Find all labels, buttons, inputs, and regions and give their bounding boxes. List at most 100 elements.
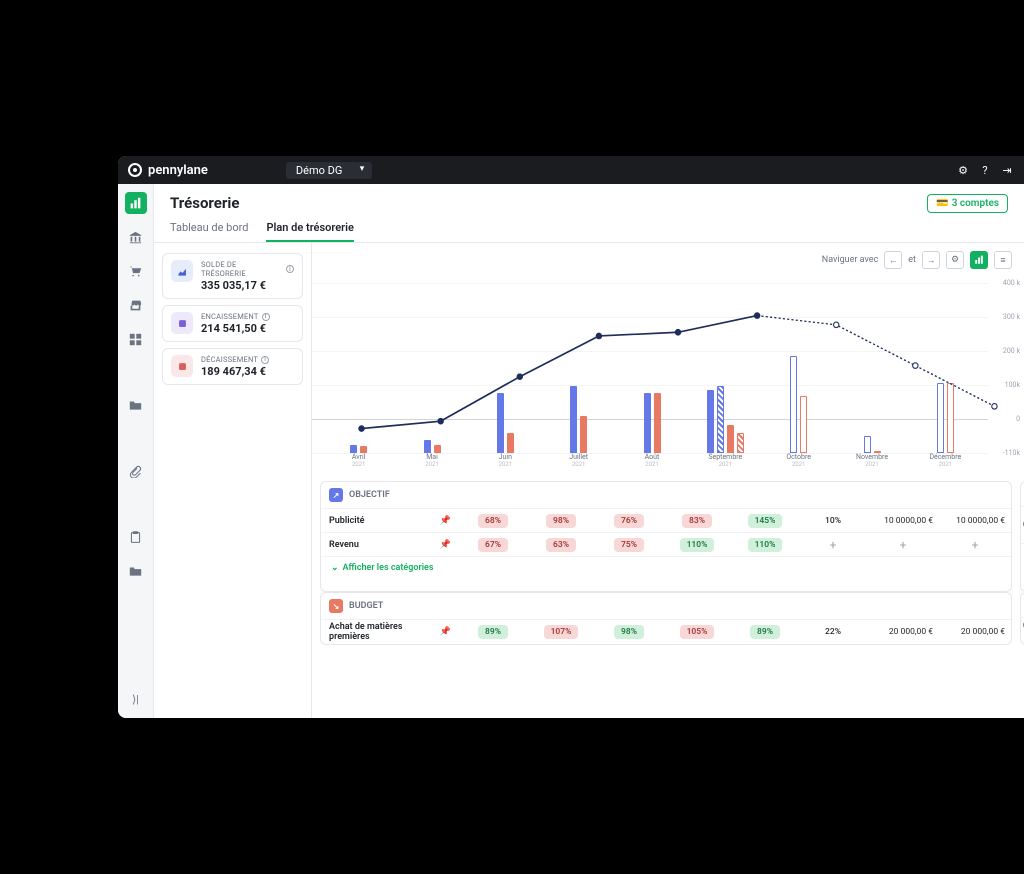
add-button[interactable]: +: [972, 538, 979, 552]
table-row: Achat de matières premières📌 89% 107% 98…: [321, 619, 1011, 643]
topbar: pennylane Démo DG ⚙ ? ⇥: [118, 156, 1024, 184]
amount: 20 000,00 €: [867, 624, 939, 640]
brand-name: pennylane: [148, 163, 208, 178]
chart-view-bar-button[interactable]: [970, 251, 988, 269]
pct-pill: 105%: [680, 625, 715, 639]
x-label: Août2021: [622, 453, 682, 468]
inflow-icon: [171, 312, 193, 334]
nav-next-button[interactable]: →: [922, 251, 940, 269]
chart-settings-button[interactable]: ⚙: [946, 251, 964, 269]
pin-icon[interactable]: 📌: [440, 627, 451, 637]
sidebar-item-attachment[interactable]: [125, 460, 147, 482]
table-row: Revenu📌 67% 63% 75% 110% 110% + + +: [321, 532, 1011, 556]
org-selector[interactable]: Démo DG: [286, 162, 372, 179]
pct-pill: 110%: [680, 538, 715, 552]
sidebar: ⟩|: [118, 184, 154, 718]
gear-icon[interactable]: ⚙: [956, 163, 970, 177]
budget-future-panel: 0,00 €: [1020, 592, 1024, 645]
pct-pill: 145%: [748, 514, 783, 528]
x-label: Décembre2021: [915, 453, 975, 468]
add-button[interactable]: +: [830, 538, 837, 552]
sidebar-item-store[interactable]: [125, 294, 147, 316]
sidebar-item-grid[interactable]: [125, 328, 147, 350]
kpi-label: ENCAISSEMENT: [201, 312, 259, 321]
x-label: Mai2021: [402, 453, 462, 468]
accounts-icon: 💳: [936, 198, 948, 209]
kpi-panel: SOLDE DE TRÉSORERIEi 335 035,17 € ENCAIS…: [154, 243, 312, 718]
x-label: Juillet2021: [549, 453, 609, 468]
row-label: Revenu: [329, 540, 359, 550]
panel-title: OBJECTIF: [349, 490, 390, 500]
chevron-down-icon: ⌄: [331, 563, 339, 573]
row-label: Publicité: [329, 516, 364, 526]
pin-icon[interactable]: 📌: [440, 516, 451, 526]
page-title: Trésorerie: [170, 194, 239, 212]
kpi-balance: SOLDE DE TRÉSORERIEi 335 035,17 €: [162, 253, 303, 299]
target-icon: ↗: [329, 488, 343, 502]
sidebar-item-tresorerie[interactable]: [125, 192, 147, 214]
tab-dashboard[interactable]: Tableau de bord: [170, 221, 248, 242]
x-label: Septembre2021: [695, 453, 755, 468]
chart-view-list-button[interactable]: ≡: [994, 251, 1012, 269]
sidebar-item-clipboard[interactable]: [125, 526, 147, 548]
y-tick: 300 k: [1003, 313, 1020, 321]
x-label: Octobre2021: [769, 453, 829, 468]
sidebar-collapse[interactable]: ⟩|: [125, 688, 147, 710]
brand: pennylane: [128, 163, 208, 178]
chart-icon: [171, 260, 193, 282]
x-label: Novembre2021: [842, 453, 902, 468]
panel-title: BUDGET: [349, 601, 383, 611]
pct-pill: 67%: [478, 538, 508, 552]
accounts-label: 3 comptes: [952, 198, 999, 209]
info-icon[interactable]: i: [262, 313, 270, 321]
y-tick: 100k: [1005, 381, 1020, 389]
pct-pill: 107%: [544, 625, 579, 639]
chart-controls: Naviguer avec ← et → ⚙ ≡: [312, 243, 1024, 269]
sidebar-item-purchases[interactable]: [125, 260, 147, 282]
budget-icon: ↘: [329, 599, 343, 613]
tab-plan[interactable]: Plan de trésorerie: [266, 221, 353, 242]
pct-pill: 68%: [478, 514, 508, 528]
chart: 400 k 300 k 200 k 100k 0 -110k Avril2021…: [312, 273, 1024, 473]
amount: 20 000,00 €: [939, 624, 1011, 640]
pct-value: 22%: [818, 625, 848, 639]
kpi-value: 189 467,34 €: [201, 365, 269, 378]
amount: 10 0000,00 €: [939, 513, 1011, 529]
show-cat-label: Afficher les catégories: [343, 563, 434, 573]
y-tick: 400 k: [1003, 279, 1020, 287]
kpi-value: 214 541,50 €: [201, 322, 270, 335]
logout-icon[interactable]: ⇥: [1000, 163, 1014, 177]
tabs: Tableau de bord Plan de trésorerie: [154, 213, 1024, 243]
kpi-label: SOLDE DE TRÉSORERIE: [201, 260, 283, 278]
pct-pill: 63%: [546, 538, 576, 552]
add-button[interactable]: +: [900, 538, 907, 552]
amount: 10 0000,00 €: [867, 513, 939, 529]
help-icon[interactable]: ?: [978, 163, 992, 177]
sidebar-item-bank[interactable]: [125, 226, 147, 248]
show-categories-button[interactable]: ⌄ Afficher les catégories: [321, 556, 1011, 579]
row-label: Achat de matières premières: [329, 622, 440, 642]
pct-pill: 89%: [750, 625, 780, 639]
kpi-inflow: ENCAISSEMENTi 214 541,50 €: [162, 305, 303, 342]
pct-value: 10%: [818, 514, 848, 528]
x-label: Avril2021: [329, 453, 389, 468]
info-icon[interactable]: i: [286, 265, 294, 273]
pct-pill: 83%: [682, 514, 712, 528]
pct-pill: 98%: [546, 514, 576, 528]
sidebar-item-folder[interactable]: [125, 394, 147, 416]
budget-panel: ↘ BUDGET Achat de matières premières📌 89…: [320, 592, 1012, 645]
nav-prev-button[interactable]: ←: [884, 251, 902, 269]
sidebar-item-folder-2[interactable]: [125, 560, 147, 582]
kpi-outflow: DÉCAISSEMENTi 189 467,34 €: [162, 348, 303, 385]
info-icon[interactable]: i: [261, 356, 269, 364]
y-tick: 0: [1016, 415, 1020, 423]
x-label: Juin2021: [475, 453, 535, 468]
pct-pill: 110%: [748, 538, 783, 552]
brand-logo-icon: [128, 163, 142, 177]
pin-icon[interactable]: 📌: [440, 540, 451, 550]
pct-pill: 98%: [614, 625, 644, 639]
accounts-button[interactable]: 💳 3 comptes: [927, 194, 1008, 213]
objectif-future-panel: 20 000,00 € +: [1020, 481, 1024, 592]
y-tick: 200 k: [1003, 347, 1020, 355]
org-name: Démo DG: [296, 164, 342, 177]
